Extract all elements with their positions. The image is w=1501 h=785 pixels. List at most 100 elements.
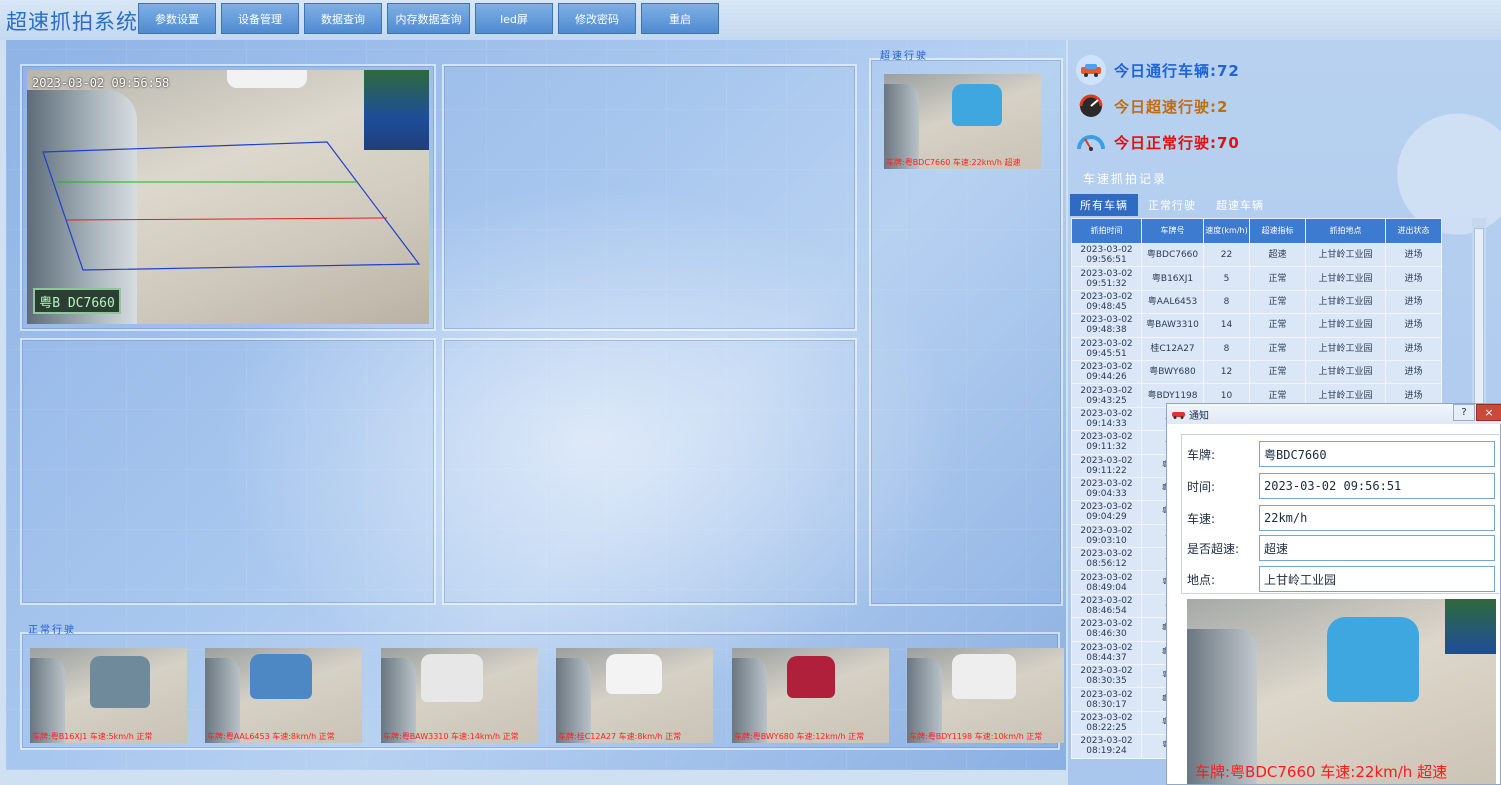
- snapshot-caption: 车牌:粤AAL6453 车速:8km/h 正常: [207, 732, 335, 741]
- video-frame-3[interactable]: [20, 338, 436, 605]
- time-cell: 2023-03-02 09:14:33: [1071, 406, 1142, 432]
- time-cell: 2023-03-02 08:46:30: [1071, 617, 1142, 642]
- menu-button-params[interactable]: 参数设置: [138, 3, 216, 34]
- flag-cell: 正常: [1249, 266, 1306, 291]
- date-text: 2023-03-02: [1080, 619, 1133, 630]
- column-header[interactable]: 抓拍时间: [1071, 218, 1142, 244]
- dialog-title: 通知: [1189, 410, 1209, 422]
- is-speeding-field[interactable]: 超速: [1259, 535, 1495, 561]
- scroll-thumb[interactable]: [1474, 228, 1484, 428]
- speed-cell: 5: [1203, 266, 1250, 291]
- table-row[interactable]: 2023-03-02 09:45:51 桂C12A27 8 正常 上甘岭工业园 进场: [1071, 336, 1442, 361]
- table-row[interactable]: 2023-03-02 09:56:51 粤BDC7660 22 超速 上甘岭工业园 进场: [1071, 242, 1442, 268]
- speeding-caption: 车牌:粤BDC7660 车速:22km/h 超速: [886, 158, 1021, 167]
- time-cell: 2023-03-02 08:30:17: [1071, 687, 1142, 712]
- date-text: 2023-03-02: [1080, 268, 1133, 279]
- help-button[interactable]: ?: [1453, 404, 1475, 421]
- time-text: 08:19:24: [1086, 746, 1127, 757]
- tab-normal[interactable]: 正常行驶: [1138, 194, 1206, 216]
- speeding-snapshot[interactable]: 车牌:粤BDC7660 车速:22km/h 超速: [884, 74, 1041, 169]
- time-cell: 2023-03-02 08:46:54: [1071, 593, 1142, 619]
- time-text: 08:46:30: [1086, 629, 1127, 640]
- menu-button-data-query[interactable]: 数据查询: [304, 3, 382, 34]
- time-text: 09:14:33: [1086, 418, 1127, 429]
- plate-field[interactable]: 粤BDC7660: [1259, 441, 1495, 467]
- time-cell: 2023-03-02 09:51:32: [1071, 266, 1142, 291]
- stat-total-text: 今日通行车辆:72: [1114, 61, 1240, 80]
- top-bar: 超速抓拍系统 参数设置 设备管理 数据查询 内存数据查询 led屏 修改密码 重…: [0, 0, 1501, 40]
- video-frame-4[interactable]: [442, 338, 857, 605]
- date-text: 2023-03-02: [1080, 291, 1133, 302]
- time-text: 08:30:17: [1086, 699, 1127, 710]
- time-cell: 2023-03-02 09:56:51: [1071, 242, 1142, 268]
- snapshot-caption: 车牌:桂C12A27 车速:8km/h 正常: [558, 732, 682, 741]
- time-text: 08:44:37: [1086, 652, 1127, 663]
- time-text: 08:49:04: [1086, 582, 1127, 593]
- date-text: 2023-03-02: [1080, 713, 1133, 723]
- flag-cell: 正常: [1249, 359, 1306, 385]
- normal-snapshot-3[interactable]: 车牌:粤BAW3310 车速:14km/h 正常: [381, 648, 538, 743]
- place-cell: 上甘岭工业园: [1305, 359, 1386, 385]
- time-text: 09:56:51: [1086, 255, 1127, 266]
- app-title: 超速抓拍系统: [6, 10, 138, 34]
- tab-speeding[interactable]: 超速车辆: [1206, 194, 1274, 216]
- column-header[interactable]: 速度(km/h): [1203, 218, 1250, 244]
- column-header[interactable]: 车牌号: [1141, 218, 1204, 244]
- plate-overlay: 粤B DC7660: [33, 288, 121, 314]
- stat-speeding-text: 今日超速行驶:2: [1114, 97, 1229, 116]
- speed-field[interactable]: 22km/h: [1259, 505, 1495, 531]
- date-text: 2023-03-02: [1080, 338, 1133, 349]
- time-text: 09:48:45: [1086, 301, 1127, 312]
- normal-snapshot-6[interactable]: 车牌:粤BDY1198 车速:10km/h 正常: [907, 648, 1064, 743]
- date-text: 2023-03-02: [1080, 642, 1133, 653]
- time-cell: 2023-03-02 08:44:37: [1071, 640, 1142, 666]
- tab-all-vehicles[interactable]: 所有车辆: [1070, 194, 1138, 216]
- date-text: 2023-03-02: [1080, 455, 1133, 466]
- dialog-title-bar[interactable]: 通知 ? ×: [1167, 404, 1501, 424]
- column-header[interactable]: 超速指标: [1249, 218, 1306, 244]
- normal-snapshot-5[interactable]: 车牌:粤BWY680 车速:12km/h 正常: [732, 648, 889, 743]
- date-text: 2023-03-02: [1080, 408, 1133, 419]
- main-camera-feed[interactable]: 2023-03-02 09:56:58 粤B DC7660: [27, 70, 429, 324]
- normal-snapshot-4[interactable]: 车牌:桂C12A27 车速:8km/h 正常: [556, 648, 713, 743]
- time-cell: 2023-03-02 09:04:33: [1071, 476, 1142, 502]
- time-cell: 2023-03-02 09:45:51: [1071, 336, 1142, 361]
- menu-button-memory-query[interactable]: 内存数据查询: [387, 3, 470, 34]
- location-field[interactable]: 上甘岭工业园: [1259, 566, 1495, 592]
- capture-photo[interactable]: 车牌:粤BDC7660 车速:22km/h 超速: [1187, 599, 1496, 784]
- field-location: 地点: 上甘岭工业园: [1187, 566, 1495, 592]
- menu-button-change-password[interactable]: 修改密码: [558, 3, 636, 34]
- table-row[interactable]: 2023-03-02 09:51:32 粤B16XJ1 5 正常 上甘岭工业园 进场: [1071, 266, 1442, 291]
- close-button[interactable]: ×: [1476, 404, 1501, 421]
- menu-button-led[interactable]: led屏: [475, 3, 553, 34]
- field-label: 车牌:: [1187, 447, 1216, 462]
- field-time: 时间: 2023-03-02 09:56:51: [1187, 473, 1495, 499]
- time-text: 09:45:51: [1086, 348, 1127, 359]
- date-text: 2023-03-02: [1080, 315, 1133, 326]
- status-cell: 进场: [1385, 266, 1442, 291]
- normal-snapshot-2[interactable]: 车牌:粤AAL6453 车速:8km/h 正常: [205, 648, 362, 743]
- speed-cell: 8: [1203, 289, 1250, 315]
- field-label: 是否超速:: [1187, 541, 1240, 556]
- time-field[interactable]: 2023-03-02 09:56:51: [1259, 473, 1495, 499]
- date-text: 2023-03-02: [1080, 572, 1133, 583]
- table-row[interactable]: 2023-03-02 09:48:45 粤AAL6453 8 正常 上甘岭工业园 进场: [1071, 289, 1442, 315]
- video-frame-2[interactable]: [442, 64, 857, 331]
- date-text: 2023-03-02: [1080, 736, 1133, 747]
- table-row[interactable]: 2023-03-02 09:48:38 粤BAW3310 14 正常 上甘岭工业园 进场: [1071, 313, 1442, 338]
- speedometer-icon: [1076, 91, 1106, 121]
- date-text: 2023-03-02: [1080, 596, 1133, 607]
- menu-button-devices[interactable]: 设备管理: [221, 3, 299, 34]
- table-header-row: 抓拍时间 车牌号 速度(km/h) 超速指标 抓拍地点 进出状态: [1071, 218, 1442, 244]
- normal-snapshot-1[interactable]: 车牌:粤B16XJ1 车速:5km/h 正常: [30, 648, 187, 743]
- car-icon: [1172, 412, 1185, 419]
- column-header[interactable]: 进出状态: [1385, 218, 1442, 244]
- snapshot-car: [952, 654, 1016, 699]
- date-text: 2023-03-02: [1080, 479, 1133, 490]
- menu-button-restart[interactable]: 重启: [641, 3, 719, 34]
- column-header[interactable]: 抓拍地点: [1305, 218, 1386, 244]
- time-text: 09:43:25: [1086, 395, 1127, 406]
- photo-caption: 车牌:粤BDC7660 车速:22km/h 超速: [1195, 763, 1448, 781]
- table-row[interactable]: 2023-03-02 09:44:26 粤BWY680 12 正常 上甘岭工业园 进场: [1071, 359, 1442, 385]
- status-cell: 进场: [1385, 313, 1442, 338]
